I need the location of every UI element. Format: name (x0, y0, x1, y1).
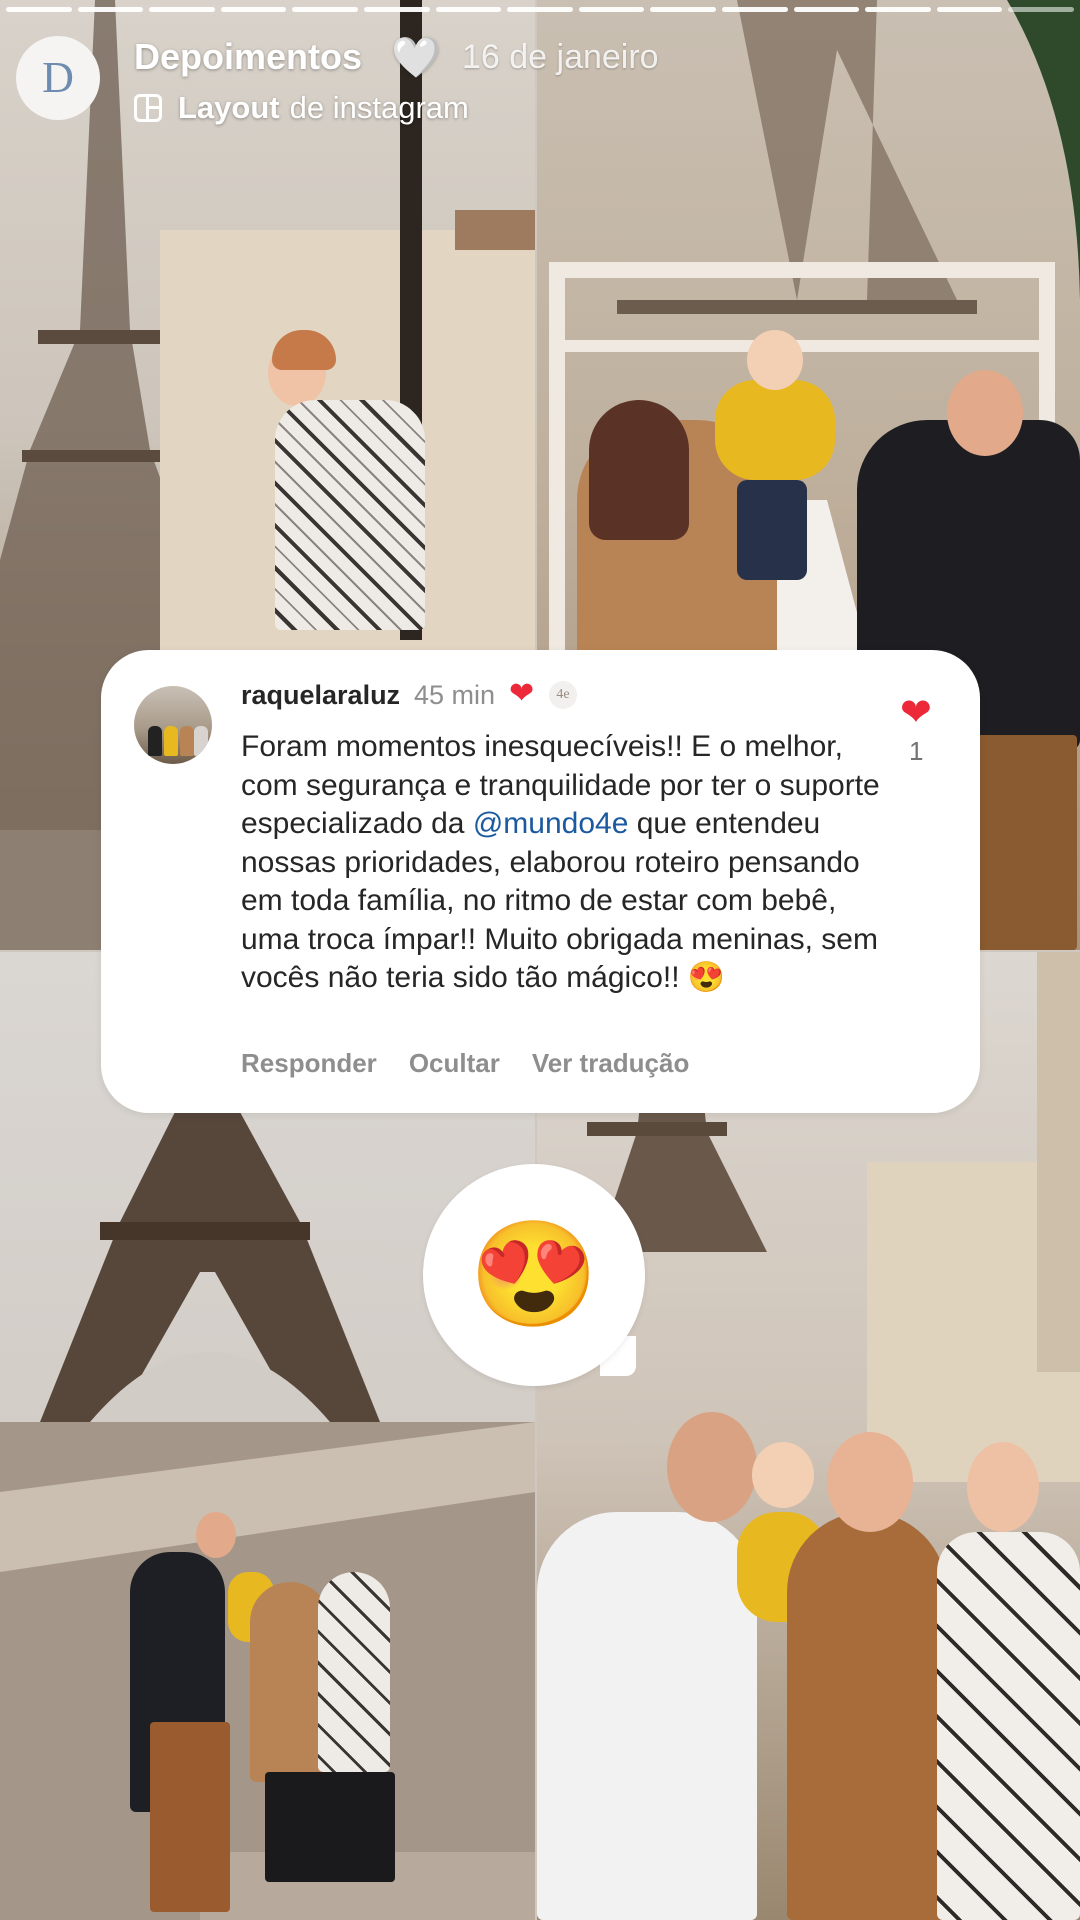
progress-segment (149, 7, 215, 12)
mention-link[interactable]: @mundo4e (473, 807, 629, 840)
commenter-username[interactable]: raquelaraluz (241, 680, 400, 711)
like-count: 1 (909, 736, 924, 766)
story-progress-bar (6, 7, 1074, 12)
comment-time: 45 min (414, 680, 496, 710)
account-avatar[interactable]: D (16, 36, 100, 120)
person-father-shirt (537, 1512, 757, 1920)
layout-label-rest: de instagram (289, 90, 469, 125)
person-mother-head (827, 1432, 913, 1532)
comment-sticker[interactable]: raquelaraluz 45 min ❤ 4e Foram momentos … (101, 650, 980, 1113)
layout-attribution[interactable]: Layout de instagram (134, 90, 469, 126)
white-heart-icon: 🤍 (391, 36, 441, 80)
like-heart-icon[interactable]: ❤ (900, 690, 932, 735)
comment-actions: Responder Ocultar Ver tradução (241, 1048, 689, 1079)
comment-text: Foram momentos inesquecíveis!! E o melho… (241, 728, 891, 998)
progress-segment (6, 7, 72, 12)
progress-segment (292, 7, 358, 12)
author-badge-icon: 4e (549, 681, 577, 709)
person-father-head (947, 370, 1023, 456)
progress-segment (507, 7, 573, 12)
story-timestamp: 16 de janeiro (462, 38, 659, 76)
person-baby-pants (737, 480, 807, 580)
progress-segment (865, 7, 931, 12)
person-baby-jacket (715, 380, 835, 480)
layout-grid-icon (134, 94, 162, 122)
person-plaid-coat (275, 400, 425, 630)
author-liked-heart-icon: ❤ (509, 677, 535, 710)
progress-segment (1008, 7, 1074, 12)
person-father-pants (150, 1722, 230, 1912)
progress-segment (721, 7, 788, 12)
person-baby-head (752, 1442, 814, 1508)
see-translation-button[interactable]: Ver tradução (532, 1048, 690, 1079)
hide-button[interactable]: Ocultar (409, 1048, 500, 1079)
progress-segment (936, 7, 1003, 12)
progress-segment (363, 7, 430, 12)
layout-label-bold: Layout (178, 90, 280, 125)
person-plaid-coat (318, 1572, 390, 1772)
progress-segment (578, 7, 645, 12)
instagram-story: D Depoimentos 🤍 16 de janeiro Layout de … (0, 0, 1080, 1920)
progress-segment (435, 7, 502, 12)
person-boots (265, 1772, 395, 1882)
progress-segment (77, 7, 144, 12)
person-father-head (667, 1412, 757, 1522)
progress-segment (650, 7, 716, 12)
progress-segment (793, 7, 860, 12)
person-baby-head (747, 330, 803, 390)
person-mother (787, 1512, 947, 1920)
person-father-pants (967, 735, 1077, 950)
commenter-avatar[interactable] (134, 686, 212, 764)
reply-button[interactable]: Responder (241, 1048, 377, 1079)
account-name[interactable]: Depoimentos (134, 36, 362, 78)
person-mother-hair (589, 400, 689, 540)
progress-segment (220, 7, 287, 12)
person-father-head (196, 1512, 236, 1558)
person-head (967, 1442, 1039, 1532)
emoji-reaction-sticker[interactable]: 😍 (423, 1164, 645, 1386)
person-plaid-coat (937, 1532, 1080, 1920)
